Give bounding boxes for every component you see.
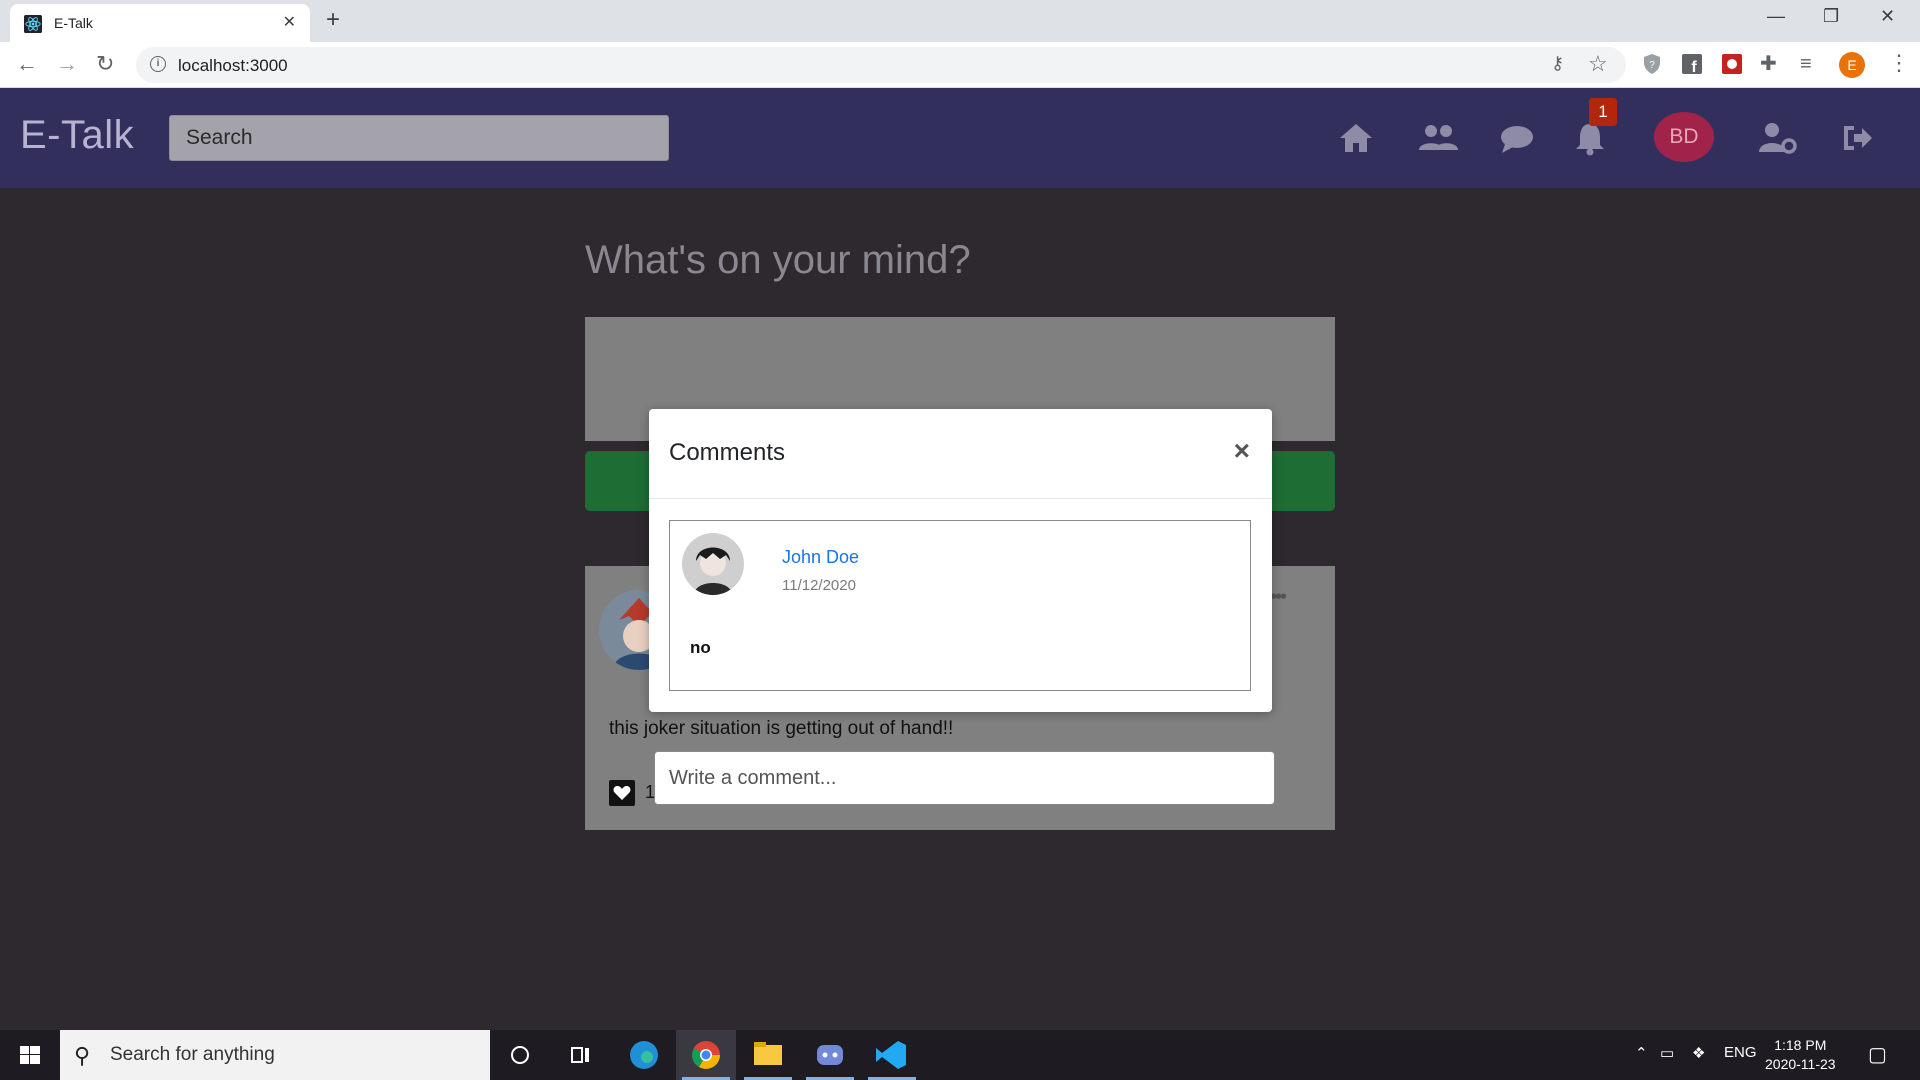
- app-header: E-Talk 1 BD: [0, 88, 1920, 188]
- heart-icon[interactable]: [609, 780, 635, 806]
- windows-start-icon[interactable]: [0, 1030, 60, 1080]
- taskbar-search-placeholder: Search for anything: [110, 1044, 275, 1065]
- cortana-icon[interactable]: [490, 1030, 550, 1080]
- modal-title: Comments: [669, 439, 786, 466]
- brand-logo[interactable]: E-Talk: [20, 113, 134, 158]
- forward-icon[interactable]: →: [56, 52, 78, 76]
- puzzle-extensions-icon[interactable]: ✚: [1760, 52, 1777, 76]
- comments-modal: Comments × John Doe 11/12/2020 no: [649, 409, 1272, 712]
- comment-input[interactable]: [654, 751, 1275, 805]
- address-url[interactable]: localhost:3000: [178, 56, 288, 76]
- new-tab-icon[interactable]: +: [326, 6, 340, 34]
- tab-title: E-Talk: [54, 15, 93, 31]
- notification-center-icon[interactable]: ▢: [1868, 1042, 1887, 1067]
- browser-tabstrip: E-Talk ✕ + — ❐ ✕: [0, 0, 1920, 42]
- windows-taskbar: ⚲ Search for anything ⌃ ▭ ❖ ENG 1:18 PM …: [0, 1030, 1920, 1080]
- dropbox-icon[interactable]: ❖: [1692, 1044, 1705, 1062]
- modal-header: Comments ×: [649, 409, 1272, 499]
- vscode-icon[interactable]: [862, 1030, 922, 1080]
- media-control-icon[interactable]: ≡: [1800, 52, 1812, 76]
- reload-icon[interactable]: ↻: [96, 52, 114, 76]
- back-icon[interactable]: ←: [16, 52, 38, 76]
- address-bar[interactable]: i localhost:3000 ⚷ ☆: [136, 47, 1626, 83]
- search-input[interactable]: [169, 115, 669, 161]
- search-icon: ⚲: [74, 1043, 91, 1068]
- browser-toolbar: ← → ↻ i localhost:3000 ⚷ ☆ ? f ✚ ≡ E ⋮: [0, 42, 1920, 88]
- comment-author-name[interactable]: John Doe: [782, 547, 859, 568]
- messages-icon[interactable]: [1497, 118, 1537, 158]
- browser-tab[interactable]: E-Talk ✕: [10, 4, 310, 42]
- facebook-extension-icon[interactable]: f: [1680, 52, 1704, 76]
- user-avatar[interactable]: BD: [1654, 112, 1714, 162]
- comment-date: 11/12/2020: [782, 577, 856, 594]
- post-text: this joker situation is getting out of h…: [609, 718, 954, 739]
- whats-on-your-mind-heading: What's on your mind?: [585, 238, 971, 282]
- chrome-icon[interactable]: [676, 1030, 736, 1080]
- notification-count-badge: 1: [1589, 98, 1617, 126]
- browser-menu-icon[interactable]: ⋮: [1888, 50, 1910, 76]
- friends-icon[interactable]: [1416, 118, 1460, 158]
- close-icon[interactable]: ×: [1234, 435, 1250, 467]
- profile-avatar[interactable]: E: [1839, 52, 1865, 78]
- post-options-icon[interactable]: •••: [1270, 586, 1287, 609]
- language-indicator[interactable]: ENG: [1724, 1044, 1757, 1061]
- shield-extension-icon[interactable]: ?: [1640, 52, 1664, 76]
- discord-icon[interactable]: [800, 1030, 860, 1080]
- red-extension-icon[interactable]: [1720, 52, 1744, 76]
- user-settings-icon[interactable]: [1756, 118, 1800, 158]
- show-hidden-icons-icon[interactable]: ⌃: [1635, 1044, 1648, 1062]
- home-icon[interactable]: [1336, 118, 1376, 158]
- edge-icon[interactable]: [614, 1030, 674, 1080]
- taskbar-search-box[interactable]: ⚲ Search for anything: [60, 1030, 490, 1080]
- file-explorer-icon[interactable]: [738, 1030, 798, 1080]
- close-window-icon[interactable]: ✕: [1880, 6, 1895, 27]
- clock-time: 1:18 PM: [1774, 1037, 1827, 1053]
- minimize-icon[interactable]: —: [1767, 6, 1785, 27]
- tab-close-icon[interactable]: ✕: [283, 12, 296, 32]
- task-view-icon[interactable]: [550, 1030, 610, 1080]
- key-icon[interactable]: ⚷: [1551, 53, 1564, 74]
- comment-text: no: [690, 638, 711, 657]
- taskbar-clock[interactable]: 1:18 PM 2020-11-23: [1765, 1036, 1836, 1074]
- comment-author-avatar[interactable]: [682, 533, 744, 595]
- logout-icon[interactable]: [1838, 118, 1878, 158]
- svg-text:?: ?: [1649, 60, 1655, 71]
- svg-text:f: f: [1691, 59, 1697, 76]
- clock-date: 2020-11-23: [1765, 1056, 1836, 1072]
- restore-icon[interactable]: ❐: [1823, 6, 1839, 27]
- react-icon: [24, 15, 42, 33]
- battery-icon[interactable]: ▭: [1660, 1044, 1674, 1062]
- site-info-icon[interactable]: i: [150, 56, 166, 72]
- comment-item: John Doe 11/12/2020 no: [669, 520, 1251, 691]
- bookmark-star-icon[interactable]: ☆: [1588, 51, 1608, 77]
